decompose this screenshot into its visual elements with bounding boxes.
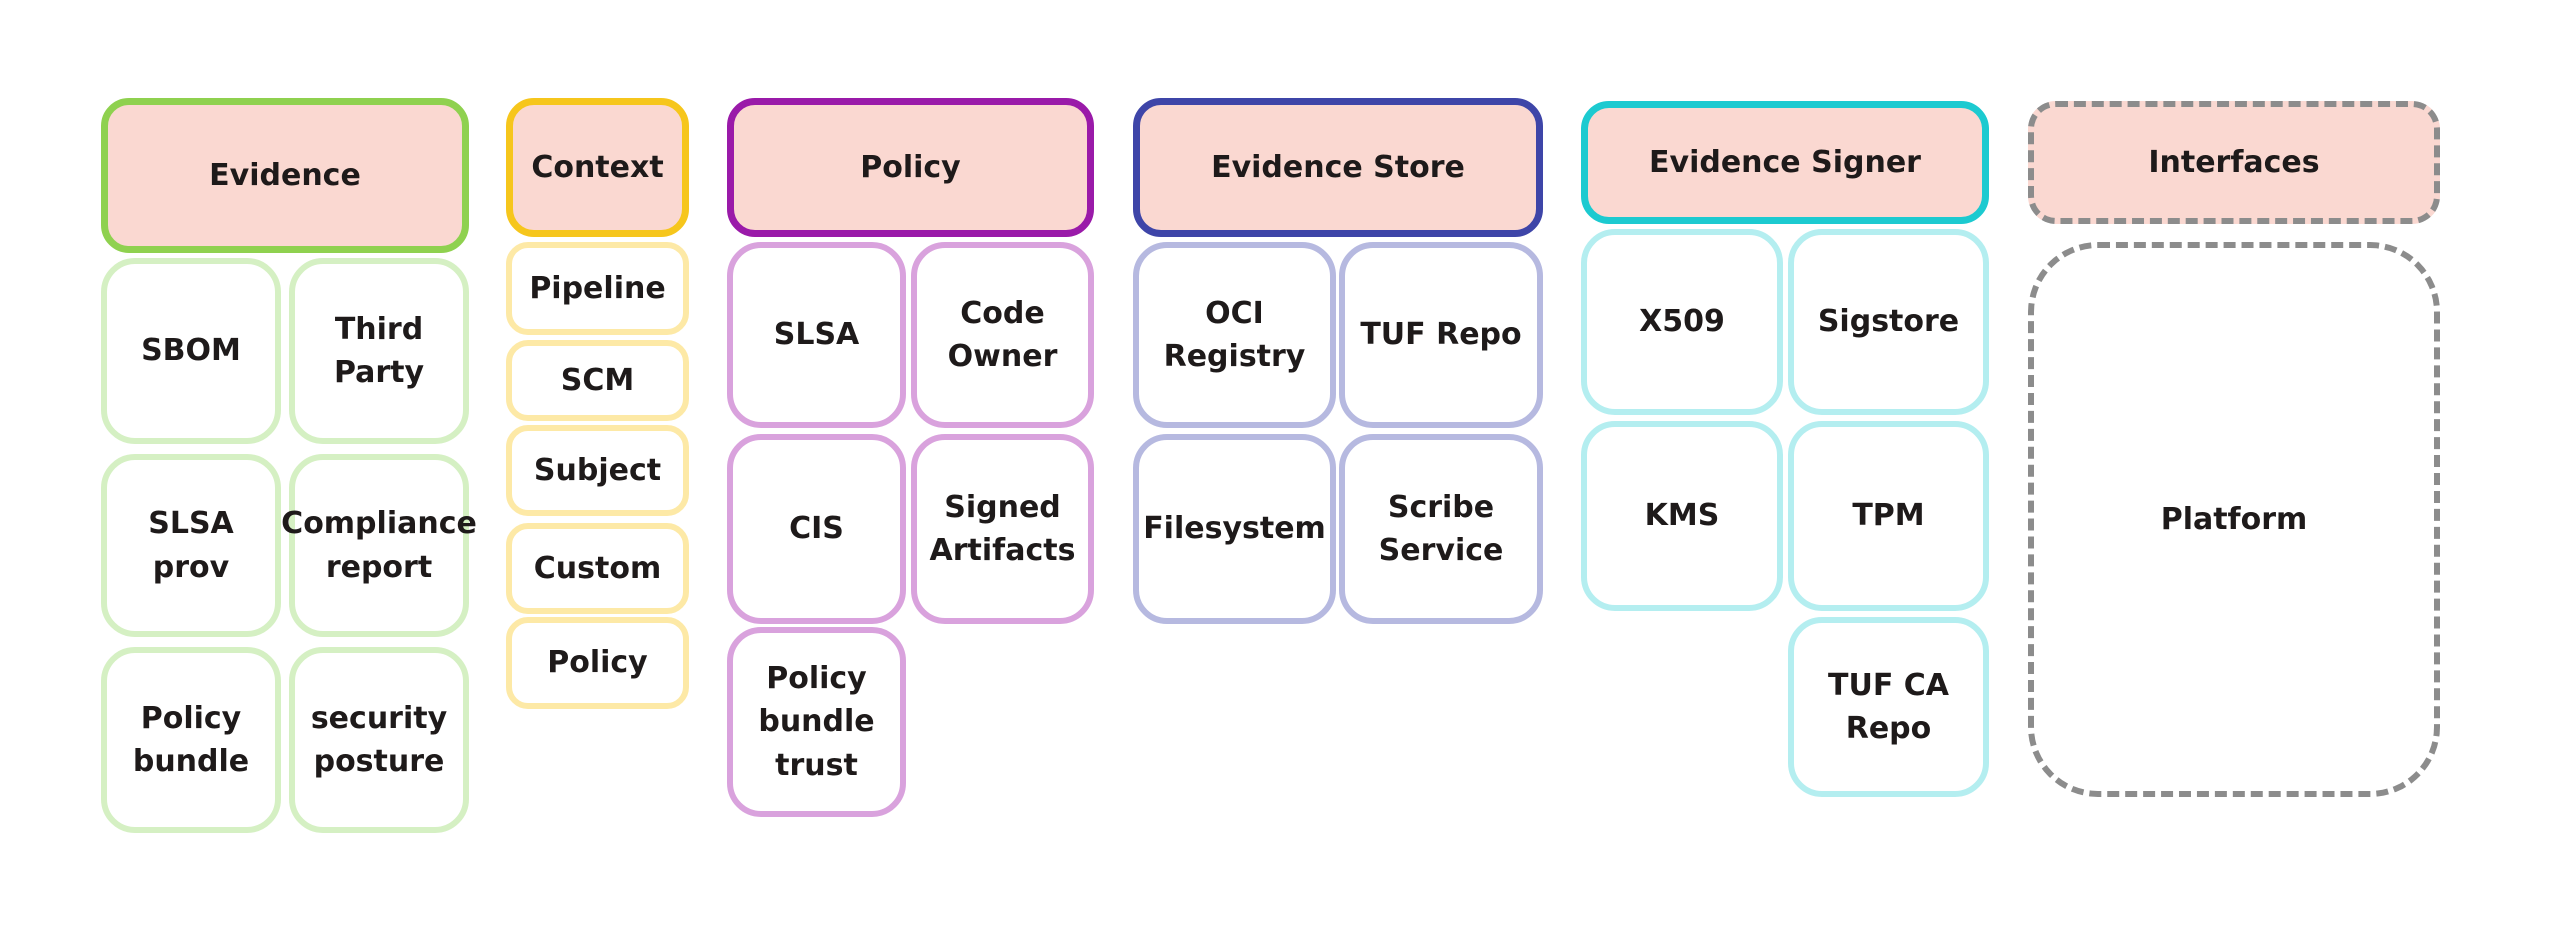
- component-platform: Platform: [2028, 242, 2440, 797]
- component-policy: Policy: [506, 617, 689, 709]
- component-x509: X509: [1581, 229, 1783, 415]
- component-cis: CIS: [727, 434, 906, 624]
- component-slsa: SLSA: [727, 242, 906, 428]
- component-scm: SCM: [506, 340, 689, 421]
- component-oci-registry: OCI Registry: [1133, 242, 1336, 428]
- component-pipeline: Pipeline: [506, 242, 689, 335]
- component-subject: Subject: [506, 425, 689, 516]
- component-sigstore: Sigstore: [1788, 229, 1989, 415]
- group-header-context: Context: [506, 98, 689, 237]
- component-slsa-prov: SLSA prov: [101, 454, 281, 637]
- component-scribe-service: Scribe Service: [1339, 434, 1543, 624]
- component-filesystem: Filesystem: [1133, 434, 1336, 624]
- component-custom: Custom: [506, 523, 689, 614]
- group-header-evidence-store: Evidence Store: [1133, 98, 1543, 237]
- component-compliance-report: Compliance report: [281, 454, 477, 637]
- component-sbom: SBOM: [101, 258, 281, 444]
- component-signed-artifacts: Signed Artifacts: [911, 434, 1094, 624]
- group-header-interfaces: Interfaces: [2028, 101, 2440, 224]
- component-policy-bundle-trust: Policy bundle trust: [727, 627, 906, 817]
- component-policy-bundle: Policy bundle: [101, 647, 281, 833]
- component-tuf-ca-repo: TUF CA Repo: [1788, 617, 1989, 797]
- component-tuf-repo: TUF Repo: [1339, 242, 1543, 428]
- component-third-party: Third Party: [289, 258, 469, 444]
- component-kms: KMS: [1581, 421, 1783, 611]
- group-header-policy: Policy: [727, 98, 1094, 237]
- group-header-evidence-signer: Evidence Signer: [1581, 101, 1989, 224]
- component-security-posture: security posture: [289, 647, 469, 833]
- component-code-owner: Code Owner: [911, 242, 1094, 428]
- component-tpm: TPM: [1788, 421, 1989, 611]
- group-header-evidence: Evidence: [101, 98, 469, 253]
